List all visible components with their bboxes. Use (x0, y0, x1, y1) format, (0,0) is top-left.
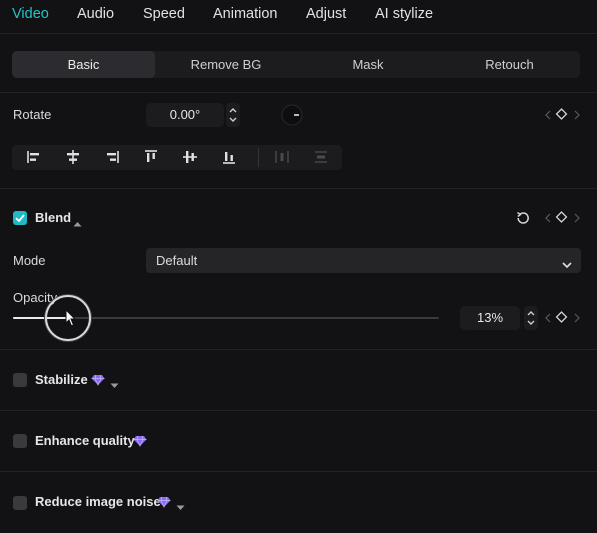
reset-icon[interactable] (515, 210, 531, 226)
align-right-button[interactable] (94, 145, 130, 170)
video-properties-panel: Video Audio Speed Animation Adjust AI st… (0, 0, 597, 533)
align-bottom-button[interactable] (211, 145, 247, 170)
tab-audio[interactable]: Audio (77, 6, 114, 22)
blend-checkbox[interactable] (13, 211, 27, 225)
mode-dropdown[interactable]: Default (146, 248, 581, 273)
align-top-icon (145, 150, 157, 162)
subtab-mask[interactable]: Mask (297, 51, 439, 78)
opacity-stepper[interactable] (524, 306, 538, 330)
align-center-horizontal-icon (67, 150, 79, 164)
premium-gem-icon (157, 495, 171, 513)
stabilize-label: Stabilize (35, 372, 88, 387)
rotate-stepper[interactable] (226, 103, 240, 127)
reduce-noise-checkbox[interactable] (13, 496, 27, 510)
subtab-basic[interactable]: Basic (12, 51, 155, 78)
divider (0, 92, 597, 93)
align-center-vertical-icon (183, 151, 197, 163)
mouse-cursor-icon (62, 308, 78, 335)
align-center-horizontal-button[interactable] (55, 145, 91, 170)
align-toolbar (12, 145, 342, 170)
align-top-button[interactable] (133, 145, 169, 170)
distribute-horizontal-button[interactable] (264, 145, 300, 170)
tab-animation[interactable]: Animation (213, 6, 277, 22)
align-center-vertical-button[interactable] (172, 145, 208, 170)
chevron-down-icon (561, 256, 573, 274)
caret-down-icon[interactable] (110, 376, 119, 394)
divider (0, 349, 597, 350)
distribute-horizontal-icon (275, 151, 289, 163)
blend-keyframe-nav[interactable] (544, 211, 582, 225)
subtab-retouch[interactable]: Retouch (439, 51, 580, 78)
caret-down-icon[interactable] (176, 498, 185, 516)
sub-tab-bar: Basic Remove BG Mask Retouch (12, 51, 580, 78)
enhance-quality-checkbox[interactable] (13, 434, 27, 448)
divider (0, 410, 597, 411)
align-right-icon (107, 151, 119, 163)
align-separator (258, 148, 259, 167)
stabilize-checkbox[interactable] (13, 373, 27, 387)
rotate-keyframe-nav[interactable] (544, 108, 582, 122)
align-left-button[interactable] (16, 145, 52, 170)
distribute-vertical-icon (315, 151, 327, 163)
opacity-input[interactable]: 13% (460, 306, 520, 330)
tab-video[interactable]: Video (12, 6, 49, 22)
rotate-input[interactable]: 0.00° (146, 103, 224, 127)
mode-label: Mode (13, 253, 46, 268)
premium-gem-icon (133, 434, 147, 452)
caret-up-icon[interactable] (73, 214, 82, 232)
opacity-keyframe-nav[interactable] (544, 311, 582, 325)
tab-ai-stylize[interactable]: AI stylize (375, 6, 433, 22)
distribute-vertical-button[interactable] (303, 145, 339, 170)
divider (0, 188, 597, 189)
rotate-label: Rotate (13, 107, 52, 122)
rotation-dial-icon[interactable] (281, 104, 303, 126)
checkmark-icon (15, 214, 25, 223)
top-tab-bar: Video Audio Speed Animation Adjust AI st… (0, 0, 597, 34)
align-bottom-icon (223, 152, 235, 164)
enhance-quality-label: Enhance quality (35, 433, 135, 448)
divider (0, 471, 597, 472)
reduce-noise-label: Reduce image noise (35, 494, 161, 509)
mode-value: Default (156, 253, 198, 268)
tab-speed[interactable]: Speed (143, 6, 185, 22)
tab-adjust[interactable]: Adjust (306, 6, 346, 22)
align-left-icon (27, 151, 39, 163)
subtab-remove-bg[interactable]: Remove BG (155, 51, 297, 78)
premium-gem-icon (91, 373, 105, 391)
blend-label: Blend (35, 210, 72, 225)
